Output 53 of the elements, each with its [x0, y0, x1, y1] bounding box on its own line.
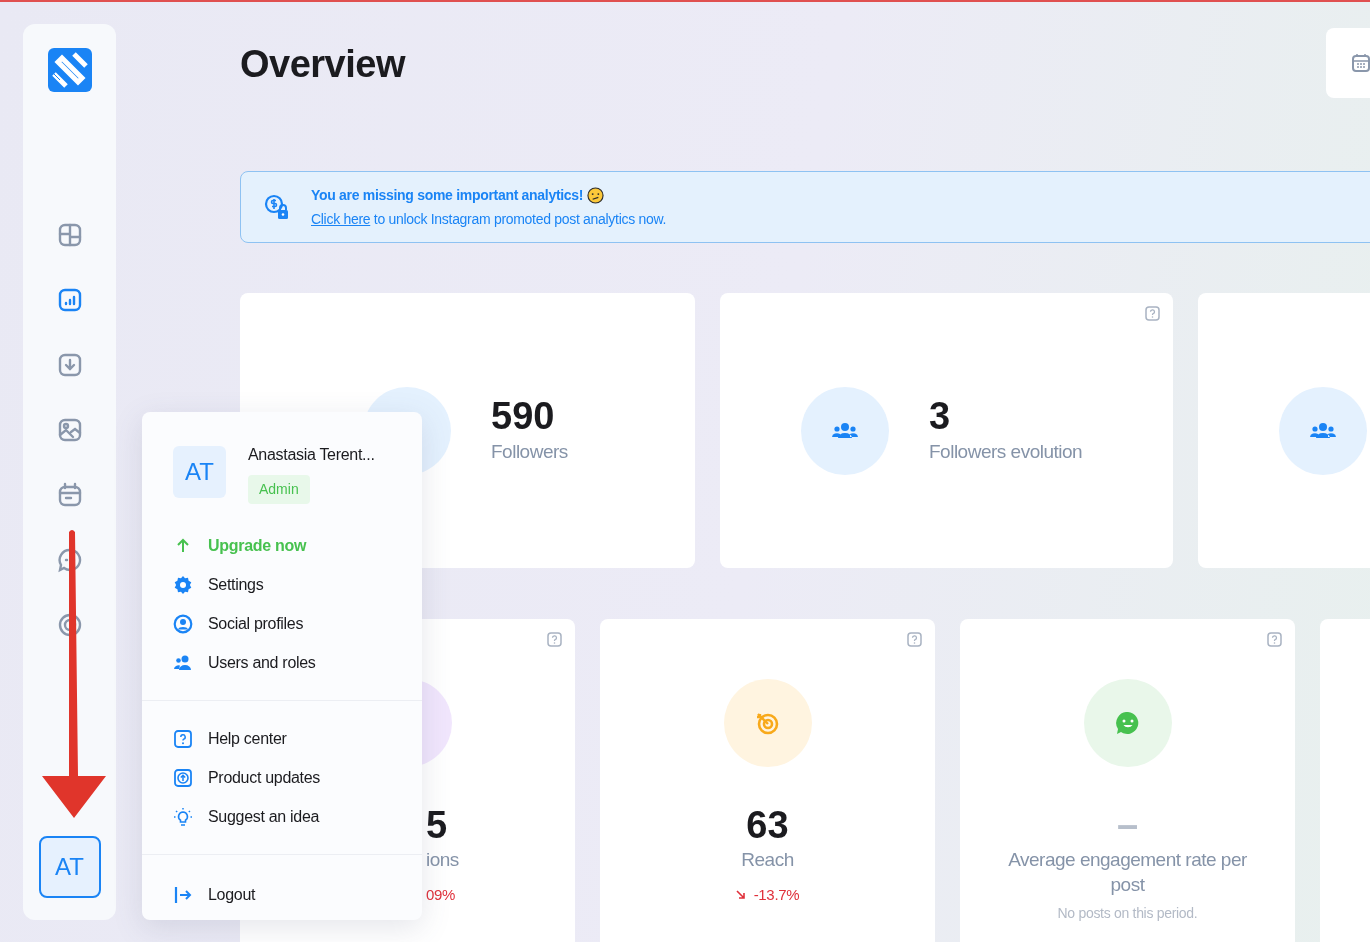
gear-icon — [173, 574, 193, 595]
stat-label: Followers — [491, 440, 568, 465]
stat-value: – — [1116, 803, 1139, 847]
menu-item[interactable]: Suggest an idea — [142, 801, 422, 832]
change-value: 09% — [426, 885, 456, 905]
menu-item[interactable]: Settings — [142, 569, 422, 600]
locked-money-icon — [263, 193, 291, 221]
empty-note: No posts on this period. — [1057, 904, 1198, 923]
menu-item[interactable]: Logout — [142, 879, 422, 910]
target-icon[interactable] — [56, 612, 83, 638]
stat-label: Reach — [740, 848, 795, 872]
people-icon — [1309, 422, 1337, 439]
download-icon[interactable] — [56, 352, 83, 378]
help-icon — [173, 728, 193, 749]
lightbulb-icon — [173, 806, 193, 827]
calendar-icon — [1351, 52, 1370, 73]
grid-icon[interactable] — [56, 222, 83, 248]
stat-label: Followers evolution — [929, 440, 1083, 465]
page-title: Overview — [240, 42, 405, 87]
user-name: Anastasia Terent... — [248, 445, 375, 465]
logo-icon — [47, 48, 92, 92]
stat-value: 5 — [426, 803, 448, 847]
chat-icon[interactable] — [56, 547, 83, 573]
target-icon — [755, 710, 780, 736]
help-icon[interactable] — [547, 632, 562, 647]
people-icon — [831, 422, 859, 439]
stat-value: 3 — [929, 394, 952, 439]
help-icon[interactable] — [907, 632, 922, 647]
confused-face-icon — [587, 186, 605, 204]
stat-value: 63 — [746, 803, 789, 847]
user-avatar: AT — [173, 446, 226, 498]
change-value: -13.7% — [753, 885, 800, 905]
upload-icon — [173, 767, 193, 788]
image-icon[interactable] — [56, 417, 83, 443]
logout-icon — [173, 884, 193, 905]
smiling-chat-icon — [1115, 711, 1140, 735]
role-badge: Admin — [248, 475, 310, 504]
banner-message: Click here to unlock Instagram promoted post analytics now. — [311, 209, 667, 229]
banner-title: You are missing some important analytics! — [311, 185, 584, 205]
calendar-icon[interactable] — [56, 482, 83, 508]
stat-label: Average engagement rate per post — [1007, 848, 1248, 897]
chart-icon[interactable] — [56, 287, 83, 313]
menu-item[interactable]: Users and roles — [142, 647, 422, 678]
user-circle-icon — [173, 613, 193, 634]
menu-item[interactable]: Product updates — [142, 762, 422, 793]
help-icon[interactable] — [1145, 306, 1160, 321]
trend-down-icon — [735, 890, 746, 901]
date-picker-button[interactable] — [1326, 27, 1370, 98]
menu-item[interactable]: Help center — [142, 723, 422, 754]
menu-item[interactable]: Social profiles — [142, 608, 422, 639]
stat-value: 590 — [491, 394, 556, 439]
help-icon[interactable] — [1267, 632, 1282, 647]
stat-label: ions — [426, 848, 460, 872]
